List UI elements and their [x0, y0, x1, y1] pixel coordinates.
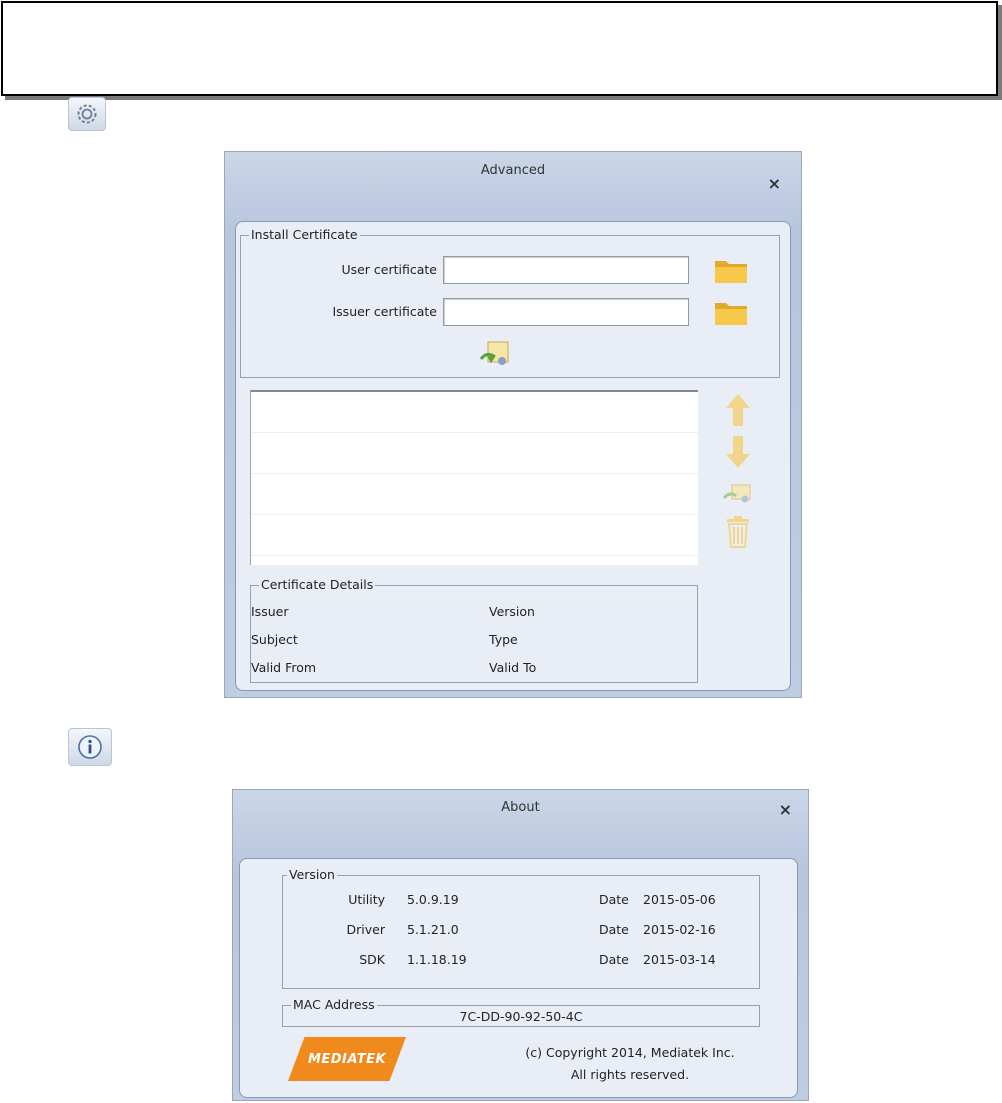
issuer-certificate-label: Issuer certificate [332, 304, 437, 319]
copyright-line-1: (c) Copyright 2014, Mediatek Inc. [525, 1045, 735, 1060]
sdk-version: 1.1.18.19 [407, 952, 467, 967]
list-item[interactable] [251, 474, 698, 515]
version-group: Version Utility 5.0.9.19 Date 2015-05-06… [282, 867, 760, 989]
about-button[interactable] [68, 728, 112, 766]
trash-icon [727, 516, 749, 548]
subject-label: Subject [251, 632, 298, 647]
list-item[interactable] [251, 515, 698, 556]
advanced-panel: Install Certificate User certificate Iss… [235, 221, 791, 691]
about-panel: Version Utility 5.0.9.19 Date 2015-05-06… [239, 858, 798, 1098]
arrow-down-icon [726, 436, 750, 468]
browse-issuer-certificate-button[interactable] [711, 294, 751, 330]
arrow-up-icon [726, 394, 750, 426]
version-label: Version [489, 604, 535, 619]
valid-to-label: Valid To [489, 660, 537, 675]
issuer-certificate-input[interactable] [443, 298, 689, 326]
certificate-details-group: Certificate Details Issuer Version Subje… [250, 577, 698, 683]
mediatek-logo: MEDIATEK [288, 1037, 406, 1081]
install-certificate-icon [479, 341, 509, 365]
advanced-dialog: Advanced × Install Certificate User cert… [224, 151, 802, 698]
utility-version: 5.0.9.19 [407, 892, 459, 907]
install-certificate-button[interactable] [475, 336, 515, 372]
browse-user-certificate-button[interactable] [711, 252, 751, 288]
user-certificate-input[interactable] [443, 256, 689, 284]
gear-icon [77, 104, 97, 124]
dialog-title: Advanced [480, 163, 546, 178]
issuer-label: Issuer [251, 604, 289, 619]
mac-address-value: 7C-DD-90-92-50-4C [459, 1009, 583, 1024]
info-icon [78, 735, 102, 759]
mac-address-group: MAC Address 7C-DD-90-92-50-4C [282, 997, 760, 1027]
install-selected-button[interactable] [718, 476, 758, 510]
driver-version: 5.1.21.0 [407, 922, 459, 937]
text-box [1, 1, 998, 96]
driver-date: 2015-02-16 [643, 922, 716, 937]
group-legend: Install Certificate [249, 227, 360, 242]
user-certificate-label: User certificate [341, 262, 437, 277]
install-certificate-icon [722, 484, 751, 503]
sdk-date: 2015-03-14 [643, 952, 716, 967]
folder-icon [715, 303, 747, 325]
settings-button[interactable] [68, 97, 106, 131]
list-item[interactable] [251, 433, 698, 474]
group-legend: Version [287, 867, 337, 882]
utility-date: 2015-05-06 [643, 892, 716, 907]
close-button[interactable]: × [779, 800, 792, 819]
dialog-title: About [501, 800, 540, 815]
copyright-line-2: All rights reserved. [570, 1067, 690, 1082]
about-dialog: About × Version Utility 5.0.9.19 Date 20… [232, 789, 809, 1101]
folder-icon [715, 261, 747, 283]
sdk-date-label: Date [599, 952, 629, 967]
delete-certificate-button[interactable] [720, 512, 756, 552]
utility-label: Utility [348, 892, 385, 907]
move-up-button[interactable] [718, 390, 758, 430]
driver-label: Driver [346, 922, 385, 937]
type-label: Type [489, 632, 518, 647]
utility-date-label: Date [599, 892, 629, 907]
move-down-button[interactable] [718, 432, 758, 472]
install-certificate-group: Install Certificate User certificate Iss… [240, 227, 780, 378]
sdk-label: SDK [359, 952, 385, 967]
driver-date-label: Date [599, 922, 629, 937]
close-button[interactable]: × [768, 174, 781, 193]
group-legend: Certificate Details [259, 577, 376, 592]
valid-from-label: Valid From [251, 660, 317, 675]
certificate-list[interactable] [250, 390, 698, 597]
list-item[interactable] [251, 392, 698, 433]
